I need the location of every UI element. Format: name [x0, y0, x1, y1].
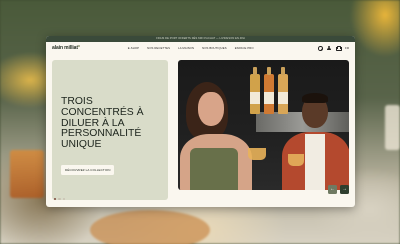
website-window: FRAIS DE PORT OFFERTS DÈS 60€ D'ACHAT — …	[46, 36, 355, 207]
slide-dot-3[interactable]	[62, 197, 66, 200]
menu-item-boutiques[interactable]: NOS BOUTIQUES	[202, 46, 227, 50]
product-bottle	[278, 67, 288, 114]
discover-collection-button[interactable]: DÉCOUVREZ LA COLLECTION	[61, 165, 115, 175]
prev-slide-button[interactable]: ←	[328, 185, 337, 194]
hero-slider: TROIS CONCENTRÉS À DILUER À LA PERSONNAL…	[52, 60, 349, 200]
menu-item-recettes[interactable]: NOS RECETTES	[147, 46, 170, 50]
cart-icon[interactable]	[336, 46, 342, 51]
product-bottle	[264, 67, 274, 114]
drink-glass	[248, 148, 266, 160]
user-icon[interactable]	[327, 46, 331, 50]
background-glass-right	[385, 105, 400, 150]
brand-logo-mark: *	[77, 45, 80, 51]
language-selector[interactable]: FR	[345, 46, 349, 50]
menu-item-eshop[interactable]: E-SHOP	[128, 46, 139, 50]
hero-headline: TROIS CONCENTRÉS À DILUER À LA PERSONNAL…	[61, 96, 144, 151]
hero-image	[178, 60, 349, 190]
next-slide-button[interactable]: →	[340, 185, 349, 194]
search-icon[interactable]	[318, 46, 323, 51]
slider-dots	[54, 197, 66, 200]
hero-text-panel: TROIS CONCENTRÉS À DILUER À LA PERSONNAL…	[52, 60, 168, 200]
background-glass	[10, 150, 44, 198]
header-tools: FR	[318, 46, 349, 51]
background-plate	[90, 210, 210, 244]
brand-logo[interactable]: alain milliat*	[52, 45, 80, 51]
menu-item-maison[interactable]: LA MAISON	[178, 46, 194, 50]
slider-arrows: ← →	[328, 185, 349, 194]
menu-item-espace-pro[interactable]: ESPACE PRO	[235, 46, 254, 50]
slide-dot-1[interactable]	[54, 197, 57, 200]
product-bottle	[250, 67, 260, 114]
drink-glass	[288, 154, 304, 166]
slide-dot-2[interactable]	[58, 197, 61, 200]
top-navigation: alain milliat* E-SHOP NOS RECETTES LA MA…	[46, 42, 355, 54]
brand-name: alain milliat	[52, 45, 78, 51]
main-menu: E-SHOP NOS RECETTES LA MAISON NOS BOUTIQ…	[128, 46, 254, 50]
